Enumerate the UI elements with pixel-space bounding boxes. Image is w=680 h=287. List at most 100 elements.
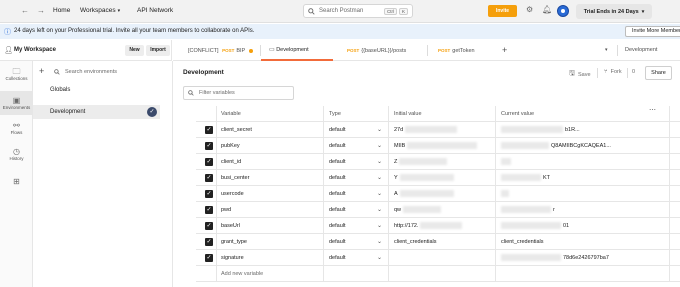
trial-banner: ⓘ 24 days left on your Professional tria… xyxy=(0,24,680,39)
type-select[interactable]: default ⌄ xyxy=(323,218,388,234)
back-arrow-icon[interactable]: ← xyxy=(21,6,29,15)
variable-name-cell[interactable]: busi_center xyxy=(216,170,323,186)
environment-selector[interactable]: Development xyxy=(625,40,657,61)
initial-value-cell[interactable]: Y xyxy=(388,170,495,186)
new-tab-plus-icon[interactable]: + xyxy=(502,45,507,55)
redacted-value xyxy=(420,222,463,230)
rail-collections[interactable]: 🗀︎ Collections xyxy=(0,62,33,86)
workspace-name[interactable]: My Workspace xyxy=(14,47,56,53)
enabled-checkbox[interactable]: ✓ xyxy=(205,222,213,230)
variable-name-cell[interactable]: pwd xyxy=(216,202,323,218)
current-value-cell[interactable]: Q8AMIIBCgKCAQEA1... xyxy=(495,138,670,154)
add-environment-plus-icon[interactable]: + xyxy=(39,66,44,76)
variable-name-cell[interactable]: client_secret xyxy=(216,122,323,138)
enabled-checkbox[interactable]: ✓ xyxy=(205,238,213,246)
more-options-icon[interactable]: ⋯ xyxy=(649,106,656,114)
environment-icon: ▭ xyxy=(269,47,275,53)
variable-name-cell[interactable]: usercode xyxy=(216,186,323,202)
search-icon xyxy=(188,90,194,96)
invite-button[interactable]: Invite xyxy=(488,5,517,17)
notification-bell-icon[interactable]: 🔔︎ xyxy=(542,5,552,14)
forward-arrow-icon[interactable]: → xyxy=(37,6,45,15)
environment-item-globals[interactable]: Globals xyxy=(33,83,160,97)
fork-icon: ⑂ xyxy=(604,69,608,75)
active-check-icon[interactable]: ✓ xyxy=(147,107,157,117)
current-value-cell[interactable] xyxy=(495,154,670,170)
enabled-checkbox[interactable]: ✓ xyxy=(205,190,213,198)
current-value-cell[interactable]: 78d6e2426797ba7 xyxy=(495,250,670,266)
initial-value-cell[interactable]: http://172. xyxy=(388,218,495,234)
invite-more-members-button[interactable]: Invite More Members xyxy=(625,26,680,37)
header-variable: Variable xyxy=(216,106,323,122)
current-value-cell[interactable]: KT xyxy=(495,170,670,186)
redacted-value xyxy=(399,174,454,182)
tab-posts[interactable]: POST {{baseURL}}/posts xyxy=(347,40,427,61)
variable-name-cell[interactable]: pubKey xyxy=(216,138,323,154)
type-select[interactable]: default ⌄ xyxy=(323,138,388,154)
initial-value-cell[interactable]: Z xyxy=(388,154,495,170)
tab-conflict-bip[interactable]: [CONFLICT] POST BIP xyxy=(188,40,260,61)
initial-value: A xyxy=(394,191,398,197)
save-label: Save xyxy=(577,71,591,78)
home-link[interactable]: Home xyxy=(53,7,70,14)
current-value-cell[interactable]: client_credentials xyxy=(495,234,670,250)
type-select[interactable]: default ⌄ xyxy=(323,154,388,170)
current-value-cell[interactable] xyxy=(495,186,670,202)
enabled-checkbox[interactable]: ✓ xyxy=(205,174,213,182)
initial-value-cell[interactable]: 27d xyxy=(388,122,495,138)
trial-button[interactable]: Trial Ends in 24 Days ▾ xyxy=(576,4,652,19)
rail-history[interactable]: ◷ History xyxy=(0,142,33,166)
shortcut-ctrl: Ctrl xyxy=(383,7,397,15)
redacted-value xyxy=(501,142,549,150)
enabled-checkbox[interactable]: ✓ xyxy=(205,206,213,214)
variable-name-cell[interactable]: signature xyxy=(216,250,323,266)
enabled-checkbox[interactable]: ✓ xyxy=(205,158,213,166)
environment-item-development[interactable]: Development ✓ xyxy=(33,105,160,119)
table-row: ✓ pwd default ⌄ qw r xyxy=(196,202,680,218)
tab-gettoken[interactable]: POST getToken xyxy=(438,40,493,61)
initial-value: qw xyxy=(394,207,402,213)
save-button[interactable]: 🖫︎ Save xyxy=(569,69,591,80)
current-value-cell[interactable]: 01 xyxy=(495,218,670,234)
filter-variables-input[interactable]: Filter variables xyxy=(183,86,294,100)
avatar[interactable] xyxy=(557,5,569,17)
search-placeholder: Search Postman xyxy=(319,8,364,14)
variable-name-cell[interactable]: client_id xyxy=(216,154,323,170)
variable-name-cell[interactable]: grant_type xyxy=(216,234,323,250)
variable-name-cell[interactable]: baseUrl xyxy=(216,218,323,234)
add-new-variable[interactable]: Add new variable xyxy=(216,266,323,282)
initial-value-cell[interactable]: qw xyxy=(388,202,495,218)
initial-value-cell[interactable]: client_credentials xyxy=(388,234,495,250)
type-select[interactable]: default ⌄ xyxy=(323,186,388,202)
rail-environments[interactable]: ▣ Environments xyxy=(0,91,33,115)
type-select[interactable]: default ⌄ xyxy=(323,170,388,186)
initial-value-cell[interactable]: A xyxy=(388,186,495,202)
tabs-chevron-down-icon[interactable]: ▾ xyxy=(605,47,608,53)
import-button[interactable]: Import xyxy=(146,45,170,56)
type-select[interactable]: default ⌄ xyxy=(323,250,388,266)
type-select[interactable]: default ⌄ xyxy=(323,202,388,218)
tab-development[interactable]: ▭ Development xyxy=(261,40,333,61)
tab-bar: [CONFLICT] POST BIP ▭ Development POST {{b… xyxy=(173,40,680,61)
type-select[interactable]: default ⌄ xyxy=(323,234,388,250)
enabled-checkbox[interactable]: ✓ xyxy=(205,254,213,262)
row-check-cell: ✓ xyxy=(196,186,216,202)
type-select[interactable]: default ⌄ xyxy=(323,122,388,138)
environment-search-input[interactable]: Search environments xyxy=(54,66,166,77)
initial-value-cell[interactable] xyxy=(388,250,495,266)
current-value-cell[interactable]: r xyxy=(495,202,670,218)
settings-gear-icon[interactable]: ⚙ xyxy=(526,5,533,14)
rail-flows[interactable]: ⚯ Flows xyxy=(0,116,33,140)
initial-value-cell[interactable]: MIIB xyxy=(388,138,495,154)
api-network-link[interactable]: API Network xyxy=(137,7,173,14)
enabled-checkbox[interactable]: ✓ xyxy=(205,126,213,134)
enabled-checkbox[interactable]: ✓ xyxy=(205,142,213,150)
fork-button[interactable]: ⑂ Fork xyxy=(604,69,622,75)
rail-configure[interactable]: ⊞ xyxy=(0,169,33,193)
current-value-cell[interactable]: b1R... xyxy=(495,122,670,138)
new-button[interactable]: New xyxy=(125,45,144,56)
search-input[interactable]: Search Postman Ctrl K xyxy=(303,4,413,18)
workspace-icon: 👤︎ xyxy=(4,47,13,54)
share-button[interactable]: Share xyxy=(645,66,672,80)
workspaces-menu[interactable]: Workspaces ▾ xyxy=(80,7,120,14)
